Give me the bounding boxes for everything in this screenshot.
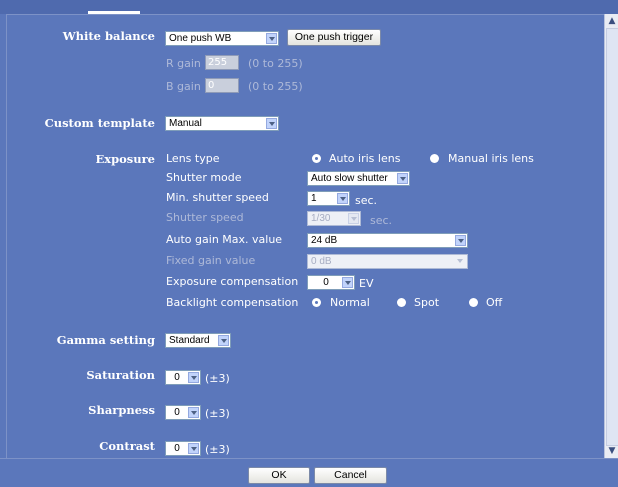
backlight-spot-radio[interactable] — [397, 298, 406, 307]
exposure-label: Exposure — [95, 152, 155, 166]
sharpness-value: 0 — [174, 407, 180, 418]
contrast-label: Contrast — [99, 439, 155, 453]
fixed-gain-label: Fixed gain value — [166, 254, 256, 267]
auto-gain-max-value: 24 dB — [311, 235, 338, 246]
exposure-compensation-value: 0 — [323, 277, 329, 288]
saturation-range: (±3) — [205, 372, 230, 385]
custom-template-select[interactable]: Manual — [165, 116, 279, 131]
camera-settings-panel: White balance One push WB One push trigg… — [6, 14, 604, 459]
backlight-compensation-label: Backlight compensation — [166, 296, 299, 309]
saturation-label: Saturation — [86, 368, 155, 382]
saturation-select[interactable]: 0 — [165, 370, 201, 385]
exposure-compensation-label: Exposure compensation — [166, 275, 299, 288]
b-gain-range: (0 to 255) — [248, 80, 303, 93]
chevron-down-icon — [455, 256, 466, 267]
chevron-down-icon — [188, 407, 199, 418]
contrast-value: 0 — [174, 443, 180, 454]
chevron-down-icon — [342, 277, 353, 288]
min-shutter-speed-value: 1 — [311, 193, 317, 204]
button-bar: OK Cancel — [0, 458, 618, 487]
lens-manual-radio[interactable] — [430, 154, 439, 163]
shutter-speed-value: 1/30 — [311, 213, 331, 224]
shutter-speed-select[interactable]: 1/30 — [307, 211, 361, 226]
auto-gain-max-label: Auto gain Max. value — [166, 233, 283, 246]
contrast-range: (±3) — [205, 443, 230, 456]
r-gain-label: R gain — [166, 57, 201, 70]
exposure-compensation-unit: EV — [359, 277, 374, 290]
chevron-down-icon — [348, 213, 359, 224]
lens-type-label: Lens type — [166, 152, 220, 165]
chevron-down-icon — [188, 443, 199, 454]
gamma-setting-label: Gamma setting — [56, 333, 155, 347]
shutter-mode-value: Auto slow shutter — [311, 173, 388, 184]
chevron-down-icon — [337, 193, 348, 204]
chevron-down-icon — [455, 235, 466, 246]
backlight-normal-label: Normal — [330, 296, 370, 309]
backlight-spot-label: Spot — [414, 296, 440, 309]
chevron-down-icon — [266, 33, 277, 44]
auto-gain-max-select[interactable]: 24 dB — [307, 233, 468, 248]
r-gain-input[interactable]: 255 — [205, 55, 239, 70]
backlight-normal-radio[interactable] — [312, 298, 321, 307]
min-shutter-speed-select[interactable]: 1 — [307, 191, 350, 206]
lens-auto-label: Auto iris lens — [329, 152, 401, 165]
gamma-setting-select[interactable]: Standard — [165, 333, 231, 348]
sharpness-label: Sharpness — [88, 403, 155, 417]
shutter-speed-label: Shutter speed — [166, 211, 244, 224]
fixed-gain-value: 0 dB — [311, 256, 332, 267]
white-balance-label: White balance — [62, 29, 155, 43]
sharpness-range: (±3) — [205, 407, 230, 420]
chevron-down-icon — [218, 335, 229, 346]
gamma-setting-value: Standard — [169, 335, 210, 346]
b-gain-input[interactable]: 0 — [205, 78, 239, 93]
sharpness-select[interactable]: 0 — [165, 405, 201, 420]
scroll-up-icon[interactable]: ▲ — [606, 15, 618, 27]
backlight-off-label: Off — [486, 296, 503, 309]
white-balance-select[interactable]: One push WB — [165, 31, 279, 46]
vertical-scrollbar[interactable]: ▲ ▼ — [604, 14, 618, 458]
custom-template-label: Custom template — [44, 116, 155, 130]
shutter-mode-select[interactable]: Auto slow shutter — [307, 171, 410, 186]
fixed-gain-select[interactable]: 0 dB — [307, 254, 468, 269]
min-shutter-speed-label: Min. shutter speed — [166, 191, 269, 204]
custom-template-value: Manual — [169, 118, 202, 129]
scroll-down-icon[interactable]: ▼ — [606, 445, 618, 457]
shutter-mode-label: Shutter mode — [166, 171, 242, 184]
lens-auto-radio[interactable] — [312, 154, 321, 163]
backlight-off-radio[interactable] — [469, 298, 478, 307]
cancel-button[interactable]: Cancel — [314, 467, 387, 484]
min-shutter-unit: sec. — [355, 194, 378, 207]
one-push-trigger-button[interactable]: One push trigger — [287, 29, 381, 46]
saturation-value: 0 — [174, 372, 180, 383]
shutter-speed-unit: sec. — [370, 214, 393, 227]
b-gain-label: B gain — [166, 80, 201, 93]
chevron-down-icon — [188, 372, 199, 383]
ok-button[interactable]: OK — [248, 467, 310, 484]
chevron-down-icon — [266, 118, 277, 129]
chevron-down-icon — [397, 173, 408, 184]
r-gain-range: (0 to 255) — [248, 57, 303, 70]
white-balance-value: One push WB — [169, 33, 232, 44]
contrast-select[interactable]: 0 — [165, 441, 201, 456]
exposure-compensation-select[interactable]: 0 — [307, 275, 355, 290]
scrollbar-thumb[interactable] — [606, 28, 618, 446]
lens-manual-label: Manual iris lens — [448, 152, 534, 165]
